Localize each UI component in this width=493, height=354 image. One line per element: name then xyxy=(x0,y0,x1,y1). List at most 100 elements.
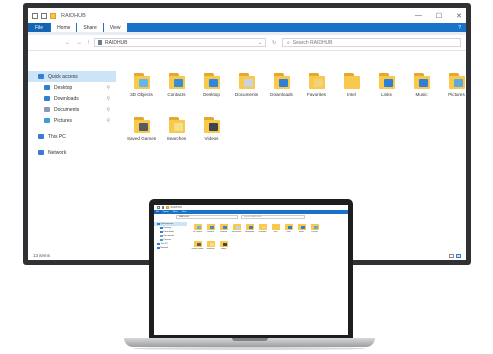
nav-item-desktop[interactable]: Desktop ⚲ xyxy=(28,82,116,93)
nav-item-this-pc[interactable]: This PC xyxy=(28,131,116,142)
tab-file[interactable]: File xyxy=(28,23,51,32)
window-controls: — ☐ ✕ xyxy=(415,12,462,20)
new-folder-icon[interactable] xyxy=(50,12,56,19)
laptop-folder-label: Desktop xyxy=(220,230,227,233)
tab-home[interactable]: Home xyxy=(51,23,77,32)
folder-item[interactable]: Saved Games xyxy=(124,115,159,159)
folder-item[interactable]: Pictures xyxy=(439,71,466,115)
folder-item[interactable]: Desktop xyxy=(194,71,229,115)
refresh-icon[interactable]: ↻ xyxy=(269,40,279,46)
forward-arrow-icon[interactable]: → xyxy=(76,40,82,46)
help-button[interactable]: ? xyxy=(453,23,466,32)
laptop-notch xyxy=(232,338,268,341)
folder-item[interactable]: Music xyxy=(404,71,439,115)
laptop-nav-item-label: Network xyxy=(160,247,169,249)
minimize-button[interactable]: — xyxy=(415,12,422,20)
laptop-tab-home: Home xyxy=(163,211,169,213)
folder-item[interactable]: Documents xyxy=(229,71,264,115)
folder-label: Contacts xyxy=(167,92,186,97)
laptop-folder-item: Favorites xyxy=(256,223,269,240)
laptop-folder-item: Music xyxy=(295,223,308,240)
tab-view[interactable]: View xyxy=(103,23,127,32)
nav-item-label: Desktop xyxy=(54,84,73,91)
laptop-tab-share: Share xyxy=(172,211,178,213)
folder-overlay-badge xyxy=(209,243,214,246)
folder-overlay-badge xyxy=(418,79,428,87)
laptop-folder-label: Videos xyxy=(220,247,227,250)
folder-overlay-badge xyxy=(313,79,323,87)
desktop-icon xyxy=(44,85,50,90)
star-icon xyxy=(38,74,44,79)
new-folder-icon xyxy=(166,206,169,209)
laptop-folder-item: Intel xyxy=(269,223,282,240)
nav-item-pictures[interactable]: Pictures ⚲ xyxy=(28,115,116,126)
folder-item[interactable]: Searches xyxy=(159,115,194,159)
saved-games-icon xyxy=(193,240,202,247)
folder-overlay-badge xyxy=(173,79,183,87)
folder-item[interactable]: 3D Objects xyxy=(124,71,159,115)
folder-overlay-badge xyxy=(222,226,227,229)
music-icon xyxy=(297,223,306,230)
pictures-icon xyxy=(44,118,50,123)
folder-overlay-badge xyxy=(278,79,288,87)
laptop-folder-item: Contacts xyxy=(204,223,217,240)
laptop-folder-label: Intel xyxy=(273,230,278,233)
laptop-folder-item: Videos xyxy=(217,240,230,257)
folder-overlay-badge xyxy=(138,79,148,87)
back-arrow-icon[interactable]: ← xyxy=(65,40,71,46)
folder-label: Pictures xyxy=(448,92,465,97)
contacts-icon xyxy=(167,73,187,90)
folder-label: Saved Games xyxy=(126,136,157,141)
close-button[interactable]: ✕ xyxy=(456,12,462,20)
folder-label: 3D Objects xyxy=(130,92,153,97)
nav-item-label: Documents xyxy=(54,106,80,113)
maximize-button[interactable]: ☐ xyxy=(436,12,442,20)
up-arrow-icon[interactable]: ↑ xyxy=(87,40,90,46)
3d-objects-icon xyxy=(132,73,152,90)
folder-item[interactable]: Intel xyxy=(334,71,369,115)
links-icon xyxy=(284,223,293,230)
documents-icon xyxy=(232,223,241,230)
search-icon: ⌕ xyxy=(286,39,290,46)
properties-icon[interactable] xyxy=(41,12,47,19)
nav-item-downloads[interactable]: Downloads ⚲ xyxy=(28,93,116,104)
laptop-navigation-pane: Quick access Desktop Downloads Documents Pic… xyxy=(154,221,187,332)
folder-item[interactable]: Videos xyxy=(194,115,229,159)
folder-item[interactable]: Favorites xyxy=(299,71,334,115)
details-view-icon[interactable] xyxy=(449,254,454,258)
computer-icon[interactable] xyxy=(32,12,38,19)
pin-icon: ⚲ xyxy=(106,95,110,102)
title-bar: RAIDHUB — ☐ ✕ xyxy=(28,8,466,23)
folder-overlay-badge xyxy=(300,226,305,229)
navigation-pane: Quick access Desktop ⚲ Downloads ⚲ Documents ⚲… xyxy=(28,67,116,250)
laptop-folder-item: Links xyxy=(282,223,295,240)
download-icon xyxy=(44,96,50,101)
nav-item-network[interactable]: Network xyxy=(28,147,116,158)
search-input[interactable]: ⌕ Search RAIDHUB xyxy=(281,38,461,47)
3d-objects-icon xyxy=(193,223,202,230)
laptop-tab-view: View xyxy=(181,211,187,213)
laptop-folder-grid: 3D Objects Contacts Desktop Documents Downlo… xyxy=(187,221,348,332)
favorites-icon xyxy=(307,73,327,90)
folder-overlay-badge xyxy=(383,79,393,87)
tab-share[interactable]: Share xyxy=(77,23,103,32)
address-bar[interactable]: RAIDHUB ⌄ xyxy=(94,38,267,47)
nav-item-label: Quick access xyxy=(48,73,78,80)
music-icon xyxy=(412,73,432,90)
folder-item[interactable]: Links xyxy=(369,71,404,115)
download-icon xyxy=(160,231,163,233)
address-path: RAIDHUB xyxy=(105,39,128,46)
nav-item-documents[interactable]: Documents ⚲ xyxy=(28,104,116,115)
search-placeholder: Search RAIDHUB xyxy=(292,39,333,46)
nav-item-quick-access[interactable]: Quick access xyxy=(28,71,116,82)
folder-item[interactable]: Contacts xyxy=(159,71,194,115)
chevron-down-icon[interactable]: ⌄ xyxy=(258,40,262,46)
documents-icon xyxy=(44,107,50,112)
view-toggle xyxy=(449,254,461,258)
folder-label: Downloads xyxy=(270,92,293,97)
large-icons-view-icon[interactable] xyxy=(456,254,461,258)
pin-icon: ⚲ xyxy=(106,106,110,113)
folder-overlay-badge xyxy=(208,79,218,87)
folder-item[interactable]: Downloads xyxy=(264,71,299,115)
downloads-icon xyxy=(272,73,292,90)
